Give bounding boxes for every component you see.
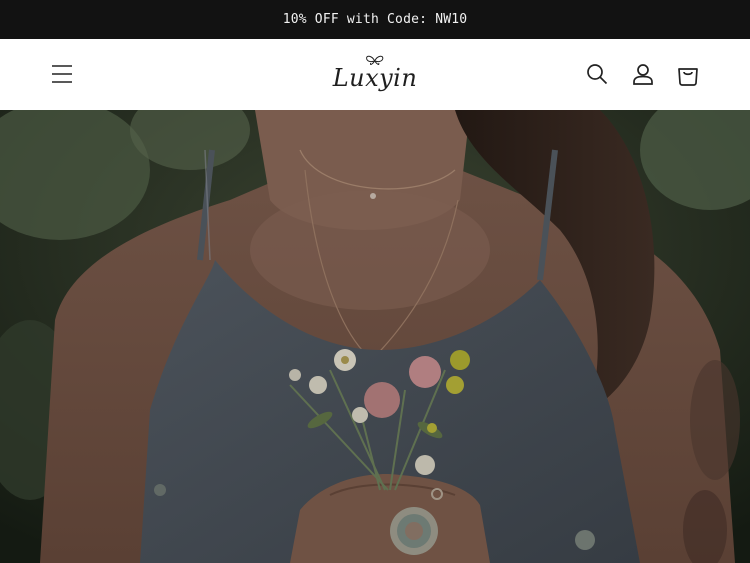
logo-text: Luxyin	[332, 64, 418, 92]
hero-image	[0, 110, 750, 563]
cart-icon	[678, 68, 698, 86]
search-icon	[587, 64, 608, 85]
search-button[interactable]	[582, 59, 612, 89]
site-header: Luxyin	[0, 39, 750, 110]
announcement-bar: 10% OFF with Code: NW10	[0, 0, 750, 39]
announcement-text: 10% OFF with Code: NW10	[282, 12, 468, 27]
hero-banner[interactable]	[0, 110, 750, 563]
logo[interactable]: Luxyin	[333, 55, 418, 92]
account-button[interactable]	[628, 59, 658, 89]
account-icon	[633, 64, 653, 85]
cart-button[interactable]	[673, 59, 703, 89]
menu-button[interactable]	[46, 58, 78, 90]
menu-icon	[52, 65, 72, 83]
